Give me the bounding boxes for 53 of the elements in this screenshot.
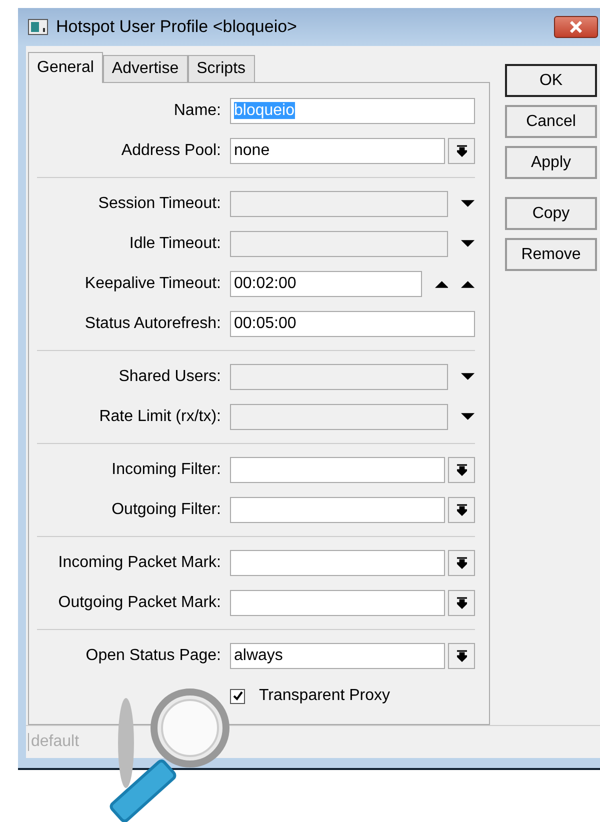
field-label: Keepalive Timeout: [84, 275, 222, 293]
down-arrow-bar-icon [456, 464, 467, 476]
field-label: Session Timeout: [97, 195, 222, 213]
dropdown-field[interactable] [230, 550, 446, 576]
field-label: Incoming Filter: [110, 461, 222, 479]
dropdown-button[interactable] [448, 550, 475, 576]
field-label: Outgoing Filter: [110, 501, 222, 519]
input-field[interactable]: 00:02:00 [230, 271, 422, 297]
field-label: Shared Users: [118, 368, 222, 386]
field-label: Name: [172, 102, 222, 120]
dropdown-button[interactable] [448, 138, 475, 164]
field-label: Address Pool: [120, 142, 222, 160]
dialog-button[interactable]: Cancel [505, 105, 597, 138]
down-arrow-bar-icon [456, 557, 467, 569]
close-icon [568, 21, 584, 33]
field-label: Outgoing Packet Mark: [57, 594, 222, 612]
expand-triangle-icon[interactable] [461, 239, 475, 249]
tab[interactable]: Scripts [188, 55, 255, 82]
field-label: Open Status Page: [84, 647, 222, 665]
dialog-button[interactable]: Apply [505, 146, 597, 179]
dropdown-field[interactable] [230, 457, 446, 483]
down-arrow-bar-icon [456, 504, 467, 516]
checkbox-label: Transparent Proxy [259, 687, 390, 705]
window-title: Hotspot User Profile <bloqueio> [56, 17, 298, 37]
collapse-triangle-icon[interactable] [434, 279, 448, 289]
expand-triangle-icon[interactable] [461, 199, 475, 209]
expand-triangle-icon[interactable] [461, 412, 475, 422]
down-arrow-bar-icon [456, 650, 467, 662]
down-arrow-bar-icon [456, 597, 467, 609]
dialog-button[interactable]: OK [505, 64, 597, 97]
checkbox[interactable] [230, 688, 245, 704]
expand-triangle-icon[interactable] [461, 372, 475, 382]
field-label: Rate Limit (rx/tx): [98, 408, 222, 426]
dropdown-field[interactable]: none [230, 138, 446, 164]
dropdown-button[interactable] [448, 643, 475, 669]
dialog-button[interactable]: Copy [505, 197, 597, 230]
window-app-icon [28, 19, 48, 35]
collapse-triangle-icon[interactable] [461, 279, 475, 289]
dropdown-button[interactable] [448, 457, 475, 483]
close-button[interactable] [554, 16, 598, 38]
tab[interactable]: Advertise [102, 55, 188, 82]
field-label: Idle Timeout: [128, 235, 222, 253]
dropdown-field[interactable] [230, 497, 446, 523]
field-label: Incoming Packet Mark: [57, 554, 222, 572]
tab[interactable]: General [28, 52, 103, 83]
dropdown-field[interactable] [230, 590, 446, 616]
dropdown-button[interactable] [448, 497, 475, 523]
dialog-button[interactable]: Remove [505, 238, 597, 271]
dropdown-button[interactable] [448, 590, 475, 616]
down-arrow-bar-icon [456, 145, 467, 157]
field-label: Status Autorefresh: [84, 315, 222, 333]
input-field[interactable]: 00:05:00 [230, 311, 475, 337]
dropdown-field[interactable]: always [230, 643, 446, 669]
